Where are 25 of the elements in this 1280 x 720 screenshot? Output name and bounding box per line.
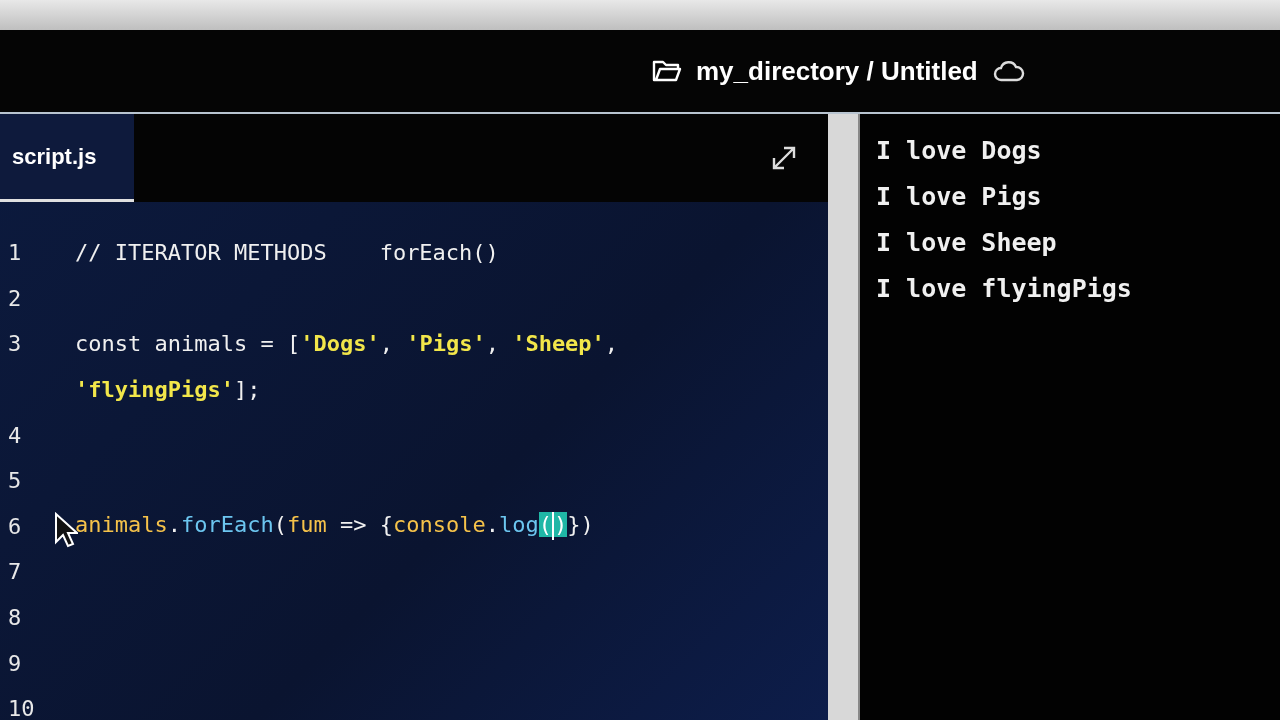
code-line: animals.forEach(fum => {console.log()}) (75, 512, 594, 541)
file-path: my_directory / Untitled (696, 55, 978, 87)
folder-icon (652, 58, 682, 84)
console-output-line: I love Pigs (876, 182, 1043, 213)
file-tab[interactable]: script.js (0, 114, 134, 202)
mouse-pointer-icon (54, 512, 78, 548)
line-number: 8 (8, 605, 22, 631)
code-line: const animals = ['Dogs', 'Pigs', 'Sheep', (75, 331, 619, 357)
code-line: // ITERATOR METHODS forEach() (75, 240, 499, 266)
line-number: 4 (8, 422, 22, 448)
line-number: 10 (8, 696, 35, 720)
line-number: 1 (8, 240, 22, 266)
console-output-line: I love flyingPigs (876, 274, 1133, 305)
line-number: 3 (8, 331, 22, 357)
expand-icon[interactable] (770, 144, 798, 172)
line-number: 9 (8, 650, 22, 676)
console-output-line: I love Dogs (876, 136, 1043, 167)
line-number: 7 (8, 559, 22, 585)
line-number: 2 (8, 285, 22, 311)
line-number: 5 (8, 468, 22, 494)
cloud-icon (991, 60, 1026, 82)
console-output-line: I love Sheep (876, 228, 1058, 259)
line-number: 6 (8, 513, 22, 539)
code-line: 'flyingPigs']; (75, 377, 261, 403)
scrollbar[interactable] (828, 114, 860, 720)
